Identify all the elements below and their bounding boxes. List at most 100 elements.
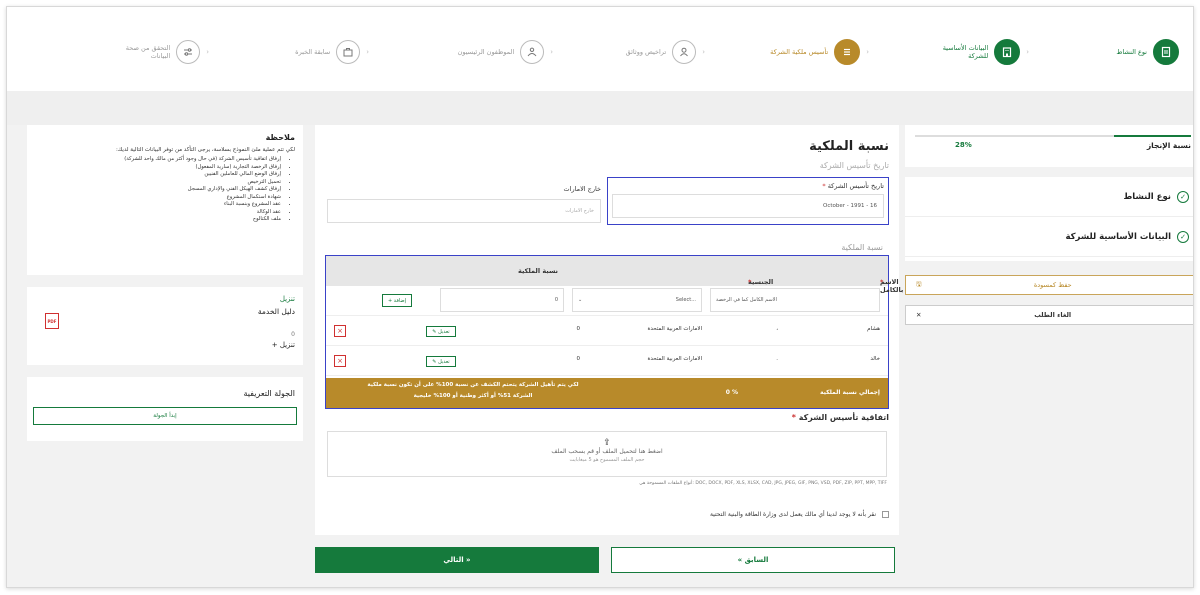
list-item: إرفاق اتفاقية تأسيس الشركة (في حال وجود … — [35, 156, 281, 164]
establishment-date-field: * تاريخ تأسيس الشركة 16 - 1991 - October — [607, 177, 889, 225]
step-label: تراخيص ووثائق — [625, 47, 667, 56]
edit-icon: ✎ — [432, 328, 437, 335]
cancel-label: الغاء الطلب — [1034, 311, 1072, 319]
field-label: خارج الامارات — [563, 185, 601, 193]
note-card: ملاحظة لكي تتم عملية ملئ النموذج بسلاسة،… — [27, 125, 303, 275]
left-panel: ملاحظة لكي تتم عملية ملئ النموذج بسلاسة،… — [27, 125, 303, 441]
edit-owner-button[interactable]: ✎ تعديل — [426, 326, 456, 337]
people-icon — [520, 40, 545, 64]
upload-limit: حجم الملف المسموح هو 5 ميغابايت — [569, 457, 645, 463]
side-nav-label: نوع النشاط — [1123, 191, 1171, 202]
list-item: إرفاق الرخصة التجارية (سارية المفعول) — [35, 164, 281, 172]
step-experience[interactable]: ‹ سابقة الخبرة — [295, 37, 375, 67]
step-key-staff[interactable]: ‹ الموظفون الرئيسيون — [458, 37, 559, 67]
start-tour-button[interactable]: إبدأ الجولة — [33, 407, 297, 425]
step-label: نوع النشاط — [1116, 47, 1147, 56]
progress-value: 28% — [955, 141, 972, 149]
note-title: ملاحظة — [265, 133, 295, 142]
step-label: البيانات الأساسية للشركة — [942, 43, 989, 60]
building-icon — [994, 39, 1021, 65]
user-icon — [672, 40, 697, 64]
owner-nationality: الامارات العربية المتحدة — [647, 356, 702, 362]
tour-card: الجولة التعريفية إبدأ الجولة — [27, 377, 303, 441]
download-count: 0 — [291, 331, 295, 338]
check-circle-icon: ✓ — [1177, 190, 1189, 203]
step-company-basic-data[interactable]: ‹ البيانات الأساسية للشركة — [928, 37, 1035, 67]
owner-middle: ، — [776, 326, 778, 332]
next-button[interactable]: التالي » — [315, 547, 599, 573]
step-licenses[interactable]: ‹ تراخيص ووثائق — [626, 37, 711, 67]
list-item: عقد الوكالة — [35, 209, 281, 217]
outside-uae-input[interactable]: خارج الامارات — [327, 199, 601, 223]
table-input-row: الاسم الكامل كما في الرخصة ⌄ Select... 0… — [326, 286, 888, 316]
progress-bar — [915, 135, 1191, 137]
chevron-left-icon: ‹ — [1026, 48, 1029, 56]
briefcase-icon — [336, 40, 361, 64]
consent-row: نقر بأنه لا يوجد لدينا أي مالك يعمل لدى … — [710, 511, 889, 518]
close-icon: × — [337, 327, 343, 335]
step-ownership[interactable]: ‹ تأسيس ملكية الشركة — [770, 37, 875, 67]
download-link[interactable]: + تنزيل — [272, 341, 295, 349]
delete-owner-button[interactable]: × — [334, 325, 346, 337]
owner-name-input[interactable]: الاسم الكامل كما في الرخصة — [710, 288, 880, 312]
check-circle-icon: ✓ — [1177, 230, 1189, 243]
list-item: عقد المشروع وبنسبة البناء — [35, 201, 281, 209]
wizard-stepper: نوع النشاط ‹ البيانات الأساسية للشركة ‹ … — [7, 7, 1193, 91]
progress-label: نسبة الإنجاز — [1146, 141, 1191, 150]
step-label: تأسيس ملكية الشركة — [770, 47, 829, 56]
ownership-subtitle: نسبة الملكية — [841, 243, 883, 252]
nationality-select[interactable]: ⌄ Select... — [572, 288, 702, 312]
total-label: إجمالي نسبة الملكية — [820, 389, 880, 396]
side-nav-item-activity-type[interactable]: ✓ نوع النشاط — [905, 177, 1193, 217]
list-item: ملف الكتالوج — [35, 216, 281, 224]
chevron-down-icon: ⌄ — [578, 297, 583, 303]
table-row: هشام ، الامارات العربية المتحدة 0 ✎ تعدي… — [326, 316, 888, 346]
ownership-form: نسبة الملكية تاريخ تأسيس الشركة * تاريخ … — [315, 125, 903, 535]
header-band — [7, 91, 1193, 125]
cancel-request-button[interactable]: ✕ الغاء الطلب — [905, 305, 1193, 325]
progress-card: 28% نسبة الإنجاز — [905, 125, 1193, 167]
pdf-icon[interactable]: PDF — [45, 313, 59, 329]
list-item: إرفاق كشف الهيكل الفني والإداري المسجل — [35, 186, 281, 194]
save-icon: 🖫 — [916, 279, 922, 288]
tour-title: الجولة التعريفية — [243, 389, 295, 398]
field-label: * تاريخ تأسيس الشركة — [822, 182, 884, 190]
list-item: شهادة استكمال المشروع — [35, 194, 281, 202]
total-value: 0 % — [725, 389, 738, 396]
step-activity-type[interactable]: نوع النشاط — [1116, 37, 1179, 67]
edit-icon: ✎ — [432, 358, 437, 365]
chevron-left-icon: ‹ — [366, 48, 369, 56]
list-item: إرفاق الوضع المالي للعاملين الفنيين — [35, 171, 281, 179]
side-nav-item-basic-data[interactable]: ✓ البيانات الأساسية للشركة — [905, 217, 1193, 257]
chevron-left-icon: ‹ — [206, 48, 209, 56]
outside-uae-field: خارج الامارات خارج الامارات — [327, 185, 601, 225]
download-title: تنزيل — [279, 295, 295, 303]
contract-label: * اتفاقية تأسيس الشركة — [791, 413, 889, 422]
total-note-2: الشركة 51% أو أكثر وطنية أو 100% خليجية — [413, 393, 533, 399]
sliders-icon — [176, 40, 201, 64]
progress-fill — [1113, 135, 1191, 137]
contract-upload-dropzone[interactable]: ⇪ اضغط هنا لتحميل الملف أو قم بسحب الملف… — [327, 431, 887, 477]
table-header: الاسم بالكامل * الجنسية * نسبة الملكية — [326, 256, 903, 294]
ownership-table: الاسم بالكامل * الجنسية * نسبة الملكية ا… — [325, 255, 903, 409]
edit-owner-button[interactable]: ✎ تعديل — [426, 356, 456, 367]
step-verification[interactable]: ‹ التحقق من صحة البيانات — [110, 37, 215, 67]
share-input[interactable]: 0 — [440, 288, 564, 312]
delete-owner-button[interactable]: × — [334, 355, 346, 367]
right-panel: 28% نسبة الإنجاز ✓ نوع النشاط ✓ البيانات… — [905, 125, 1193, 325]
establishment-date-input[interactable]: 16 - 1991 - October — [612, 194, 884, 218]
previous-button[interactable]: « السابق — [611, 547, 895, 573]
side-nav: ✓ نوع النشاط ✓ البيانات الأساسية للشركة — [905, 177, 1193, 261]
app-frame: نوع النشاط ‹ البيانات الأساسية للشركة ‹ … — [6, 6, 1194, 588]
save-draft-label: حفظ كمسودة — [1033, 281, 1072, 289]
save-draft-button[interactable]: 🖫 حفظ كمسودة — [905, 275, 1193, 295]
consent-checkbox[interactable] — [882, 511, 889, 518]
service-guide-name: دليل الخدمة — [257, 307, 295, 316]
add-owner-button[interactable]: + إضافة — [382, 294, 412, 307]
section-subtitle: تاريخ تأسيس الشركة — [819, 161, 889, 170]
chevron-left-icon: ‹ — [866, 48, 869, 56]
download-card: تنزيل دليل الخدمة 0 + تنزيل PDF — [27, 287, 303, 365]
step-label: التحقق من صحة البيانات — [125, 43, 171, 60]
step-label: الموظفون الرئيسيون — [457, 47, 515, 56]
step-label: سابقة الخبرة — [295, 47, 331, 56]
